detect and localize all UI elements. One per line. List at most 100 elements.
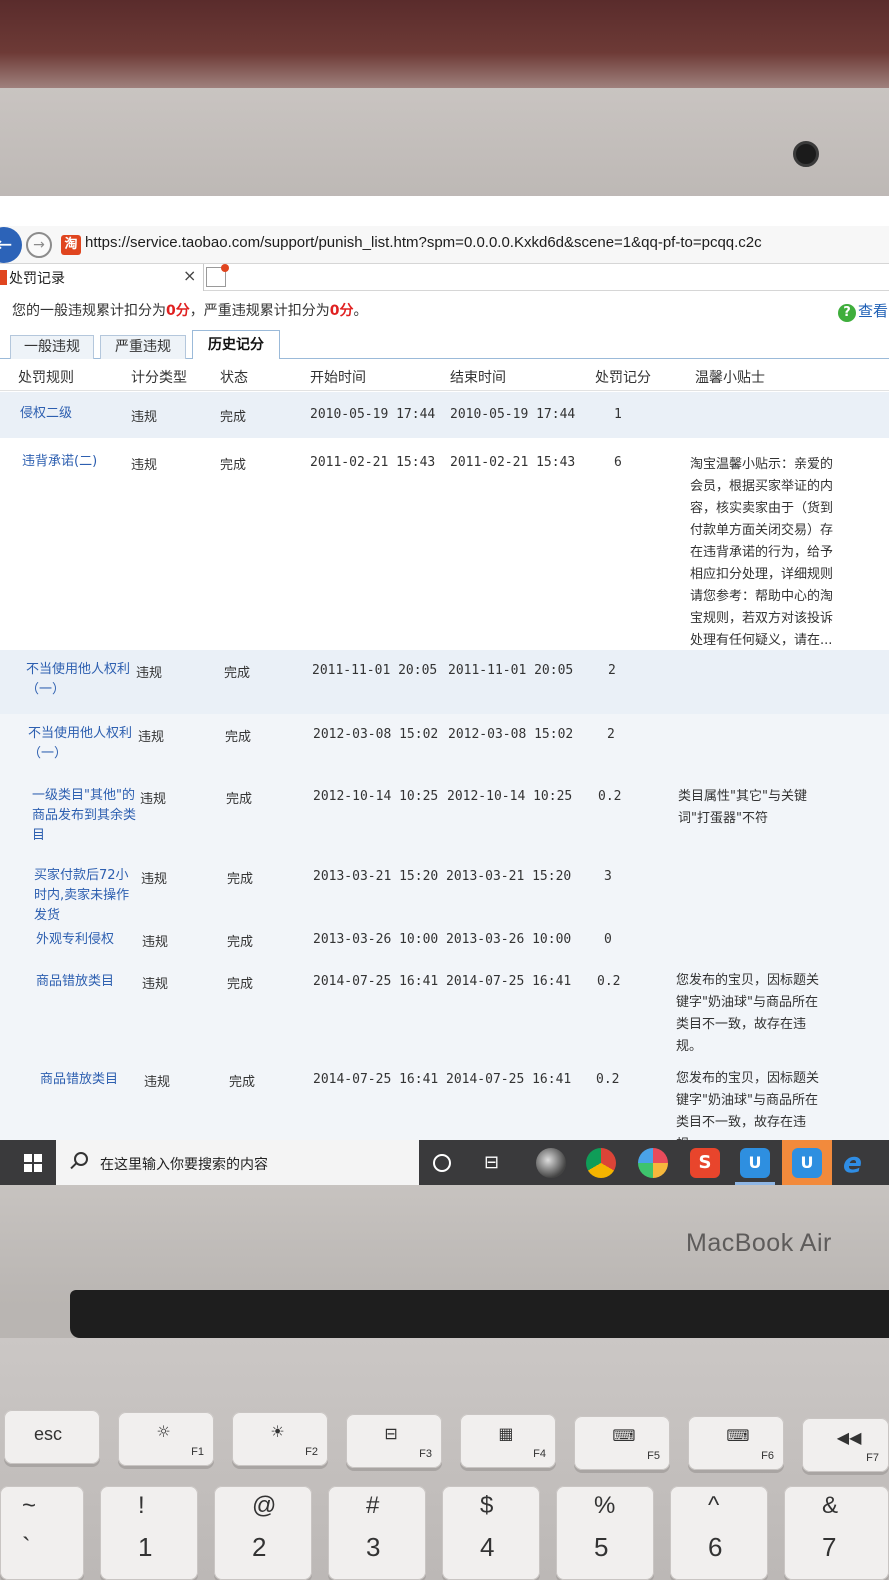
sogou-input-icon[interactable]: S [690,1148,720,1178]
header-status: 状态 [220,370,248,386]
end-time: 2014-07-25 16:41 [446,974,572,989]
end-time: 2010-05-19 17:44 [450,407,576,422]
rule-link[interactable]: 商品错放类目 [40,1070,118,1090]
serious-points: 0分 [329,303,354,319]
table-row: 违背承诺(二) 违规 完成 2011-02-21 15:43 2011-02-2… [0,438,889,650]
end-time: 2014-07-25 16:41 [446,1072,572,1087]
camera-icon [793,141,819,167]
tip-text: 类目属性"其它"与关键词"打蛋器"不符 [678,789,807,826]
punish-list-page: 您的一般违规累计扣分为0分，严重违规累计扣分为0分。 ? 查看 一般违规 严重违规… [0,292,889,1152]
key-7[interactable]: & 7 [784,1486,889,1580]
rule-link[interactable]: 外观专利侵权 [36,930,114,950]
task-view-icon[interactable]: ⊟ [484,1152,499,1173]
cortana-icon[interactable] [433,1154,451,1172]
internet-explorer-icon[interactable]: e [843,1148,873,1178]
summary-text-3: 。 [353,303,368,319]
status-text: 完成 [226,792,253,807]
browser-tab[interactable]: 处罚记录 × [0,264,204,291]
key-f6[interactable]: ⌨ F6 [688,1416,784,1470]
score-type: 违规 [142,935,169,950]
table-row: 一级类目"其他"的商品发布到其余类目 违规 完成 2012-10-14 10:2… [0,776,889,856]
key-2[interactable]: @2 [214,1486,312,1580]
table-row: 侵权二级 违规 完成 2010-05-19 17:44 2010-05-19 1… [0,392,889,438]
general-points: 0分 [166,303,190,319]
status-text: 完成 [227,977,254,992]
end-time: 2011-11-01 20:05 [448,663,574,678]
key-tilde[interactable]: ~ ` [0,1486,84,1580]
summary-text-1: 您的一般违规累计扣分为 [12,303,166,319]
key-f1[interactable]: ☼ F1 [118,1412,214,1466]
ali-wangwang-icon[interactable]: U [740,1148,770,1178]
key-f4[interactable]: ▦ F4 [460,1414,556,1468]
key-f2[interactable]: ☀ F2 [232,1412,328,1466]
key-4[interactable]: $4 [442,1486,540,1580]
score-type: 违规 [138,730,165,745]
header-start-time: 开始时间 [310,370,366,386]
table-row: 不当使用他人权利（一） 违规 完成 2012-03-08 15:02 2012-… [0,714,889,776]
tip-text: 您发布的宝贝，因标题关键字"奶油球"与商品所在类目不一致，故存在违规。 [676,973,820,1054]
ali-wangwang-icon[interactable]: U [792,1148,822,1178]
summary-text-2: ，严重违规累计扣分为 [189,303,330,319]
table-row: 买家付款后72小时内,卖家未操作发货 违规 完成 2013-03-21 15:2… [0,856,889,923]
url-field[interactable]: https://service.taobao.com/support/punis… [85,234,762,251]
key-esc[interactable]: esc [4,1410,100,1464]
rule-link[interactable]: 买家付款后72小时内,卖家未操作发货 [34,866,140,926]
tab-history-points[interactable]: 历史记分 [192,330,280,360]
end-time: 2012-03-08 15:02 [448,727,574,742]
key-f7[interactable]: ◀◀ F7 [802,1418,889,1472]
score-type: 违规 [131,458,158,473]
table-row: 不当使用他人权利（一） 违规 完成 2011-11-01 20:05 2011-… [0,650,889,714]
status-text: 完成 [225,730,252,745]
rule-link[interactable]: 商品错放类目 [36,972,114,992]
keyboard-deck: esc ☼ F1 ☀ F2 ⊟ F3 ▦ F4 ⌨ F5 ⌨ F6 ◀◀ F7 ~ ` ! 1 @… [0,1338,889,1580]
tab-favicon-icon [0,270,7,285]
key-5[interactable]: % 5 [556,1486,654,1580]
taskbar-search-box[interactable]: 在这里输入你要搜索的内容 [56,1140,419,1186]
penalty-points: 1 [614,407,622,422]
back-button[interactable]: ← [0,227,22,263]
table-row: 外观专利侵权 违规 完成 2013-03-26 10:00 2013-03-26… [0,922,889,964]
forward-button[interactable]: → [26,232,52,258]
rule-link[interactable]: 违背承诺(二) [22,452,97,472]
device-brand-label: MacBook Air [686,1229,832,1257]
start-time: 2013-03-26 10:00 [313,932,439,947]
key-3[interactable]: #3 [328,1486,426,1580]
header-type: 计分类型 [131,370,187,386]
start-time: 2012-10-14 10:25 [313,789,439,804]
start-time: 2013-03-21 15:20 [313,869,439,884]
tab-close-button[interactable]: × [183,266,196,285]
windows-start-button[interactable] [10,1140,56,1186]
tab-serious-violation[interactable]: 严重违规 [100,335,186,359]
key-f5[interactable]: ⌨ F5 [574,1416,670,1470]
rule-link[interactable]: 一级类目"其他"的商品发布到其余类目 [32,786,138,846]
rule-link[interactable]: 侵权二级 [20,404,72,424]
start-time: 2011-02-21 15:43 [310,455,436,470]
penalty-points: 2 [607,727,615,742]
score-type: 违规 [141,872,168,887]
header-tip: 温馨小贴士 [695,370,765,386]
status-text: 完成 [220,410,247,425]
penalty-points: 0.2 [598,789,622,804]
rule-link[interactable]: 不当使用他人权利（一） [26,660,136,700]
new-tab-button[interactable] [206,264,229,287]
key-1[interactable]: ! 1 [100,1486,198,1580]
address-bar: ← → 淘 https://service.taobao.com/support… [0,226,889,264]
pinwheel-app-icon[interactable] [638,1148,668,1178]
site-favicon-icon: 淘 [61,235,81,255]
status-text: 完成 [227,872,254,887]
start-time: 2012-03-08 15:02 [313,727,439,742]
header-end-time: 结束时间 [450,370,506,386]
penalty-points: 3 [604,869,612,884]
key-f3[interactable]: ⊟ F3 [346,1414,442,1468]
search-icon [74,1152,88,1166]
end-time: 2011-02-21 15:43 [450,455,576,470]
help-icon: ? [838,304,856,322]
rule-link[interactable]: 不当使用他人权利（一） [28,724,138,764]
tab-general-violation[interactable]: 一般违规 [10,335,94,359]
chrome-icon[interactable] [586,1148,616,1178]
browser-tab-strip: 处罚记录 × [0,264,889,291]
status-text: 完成 [229,1075,256,1090]
help-link[interactable]: ? 查看 [838,300,888,322]
key-6[interactable]: ^ 6 [670,1486,768,1580]
photos-app-icon[interactable] [536,1148,566,1178]
